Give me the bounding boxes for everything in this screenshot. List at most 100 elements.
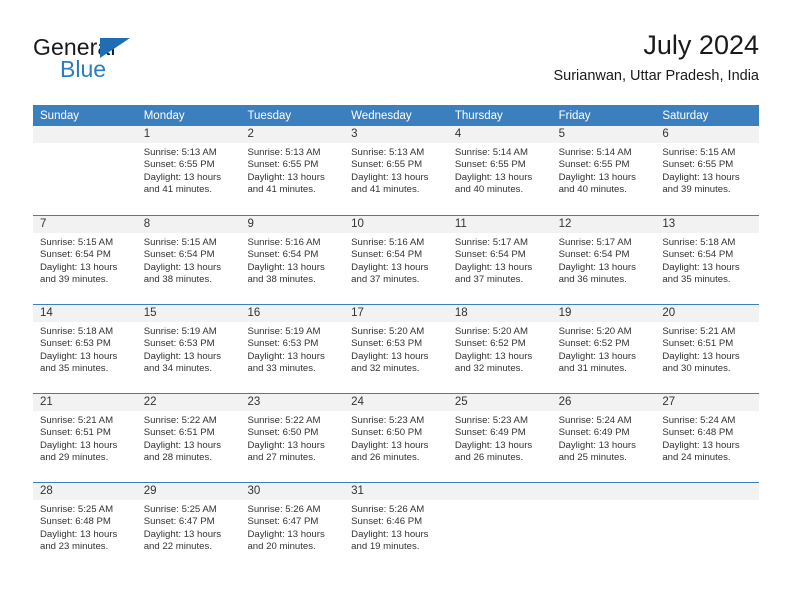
day-number: 5	[558, 128, 565, 140]
day-number: 6	[662, 128, 669, 140]
calendar-day-cell[interactable]: 31 Sunrise: 5:26 AM Sunset: 6:46 PM Dayligh…	[344, 483, 448, 571]
calendar-day-cell-empty	[551, 483, 656, 571]
sunset-text: Sunset: 6:48 PM	[662, 427, 734, 439]
calendar-day-cell[interactable]: 13 Sunrise: 5:18 AM Sunset: 6:54 PM Dayligh…	[655, 216, 760, 304]
day-number: 22	[143, 396, 157, 408]
sunset-text: Sunset: 6:54 PM	[40, 249, 111, 261]
daylight-text-line1: Daylight: 13 hours	[662, 439, 740, 451]
day-number: 9	[247, 218, 254, 230]
daylight-text-line2: and 30 minutes.	[662, 363, 731, 375]
sunrise-text: Sunrise: 5:13 AM	[247, 147, 321, 158]
calendar-day-cell[interactable]: 24 Sunrise: 5:23 AM Sunset: 6:50 PM Dayligh…	[344, 394, 448, 482]
day-details: Sunrise: 5:14 AM Sunset: 6:55 PM Daylight:…	[448, 143, 552, 197]
calendar-day-cell[interactable]: 8 Sunrise: 5:15 AM Sunset: 6:54 PM Daylight…	[136, 216, 241, 304]
sunrise-text: Sunrise: 5:21 AM	[662, 326, 736, 337]
day-number: 17	[351, 307, 364, 319]
daylight-text-line1: Daylight: 13 hours	[143, 528, 222, 540]
sunrise-text: Sunrise: 5:13 AM	[143, 147, 217, 158]
day-number: 10	[351, 218, 364, 230]
sunrise-text: Sunrise: 5:13 AM	[351, 147, 425, 158]
calendar-day-cell[interactable]: 25 Sunrise: 5:23 AM Sunset: 6:49 PM Dayligh…	[447, 394, 552, 482]
daylight-text-line1: Daylight: 13 hours	[143, 350, 222, 362]
day-details: Sunrise: 5:16 AM Sunset: 6:54 PM Daylight:…	[240, 233, 344, 287]
sunset-text: Sunset: 6:48 PM	[40, 516, 111, 528]
sunrise-text: Sunrise: 5:25 AM	[143, 504, 217, 515]
weekday-header-row: Sunday Monday Tuesday Wednesday Thursday Frid…	[33, 105, 759, 126]
sunrise-text: Sunrise: 5:20 AM	[558, 326, 632, 337]
sunrise-text: Sunrise: 5:17 AM	[454, 237, 528, 248]
calendar-day-cell[interactable]: 1 Sunrise: 5:13 AM Sunset: 6:55 PM Daylight…	[136, 126, 241, 215]
sunrise-text: Sunrise: 5:22 AM	[247, 415, 321, 426]
sunset-text: Sunset: 6:54 PM	[351, 249, 423, 261]
day-details: Sunrise: 5:18 AM Sunset: 6:54 PM Daylight:…	[655, 233, 759, 287]
sunset-text: Sunset: 6:53 PM	[40, 338, 111, 350]
calendar-day-cell[interactable]: 30 Sunrise: 5:26 AM Sunset: 6:47 PM Dayligh…	[240, 483, 345, 571]
calendar-day-cell-empty	[447, 483, 552, 571]
daylight-text-line1: Daylight: 13 hours	[454, 171, 533, 183]
sunrise-text: Sunrise: 5:14 AM	[454, 147, 528, 158]
calendar-day-cell-empty	[33, 126, 137, 215]
calendar-day-cell[interactable]: 14 Sunrise: 5:18 AM Sunset: 6:53 PM Dayligh…	[33, 305, 137, 393]
calendar-day-cell[interactable]: 21 Sunrise: 5:21 AM Sunset: 6:51 PM Dayligh…	[33, 394, 137, 482]
calendar-day-cell[interactable]: 16 Sunrise: 5:19 AM Sunset: 6:53 PM Dayligh…	[240, 305, 345, 393]
calendar-day-cell[interactable]: 23 Sunrise: 5:22 AM Sunset: 6:50 PM Dayligh…	[240, 394, 345, 482]
weekday-header-saturday: Saturday	[662, 110, 709, 122]
calendar-day-cell[interactable]: 3 Sunrise: 5:13 AM Sunset: 6:55 PM Daylight…	[344, 126, 448, 215]
day-number: 12	[558, 218, 572, 230]
day-number-band: 9	[240, 216, 345, 233]
calendar-day-cell[interactable]: 9 Sunrise: 5:16 AM Sunset: 6:54 PM Daylight…	[240, 216, 345, 304]
calendar-day-cell[interactable]: 26 Sunrise: 5:24 AM Sunset: 6:49 PM Dayligh…	[551, 394, 656, 482]
calendar-day-cell[interactable]: 12 Sunrise: 5:17 AM Sunset: 6:54 PM Dayligh…	[551, 216, 656, 304]
sunset-text: Sunset: 6:54 PM	[558, 249, 630, 261]
calendar-day-cell[interactable]: 19 Sunrise: 5:20 AM Sunset: 6:52 PM Dayligh…	[551, 305, 656, 393]
calendar-day-cell[interactable]: 18 Sunrise: 5:20 AM Sunset: 6:52 PM Dayligh…	[447, 305, 552, 393]
calendar-day-cell[interactable]: 28 Sunrise: 5:25 AM Sunset: 6:48 PM Dayligh…	[33, 483, 137, 571]
daylight-text-line1: Daylight: 13 hours	[558, 261, 636, 273]
day-details: Sunrise: 5:13 AM Sunset: 6:55 PM Daylight:…	[137, 143, 241, 197]
calendar-day-cell[interactable]: 2 Sunrise: 5:13 AM Sunset: 6:55 PM Daylight…	[240, 126, 345, 215]
day-details: Sunrise: 5:13 AM Sunset: 6:55 PM Daylight:…	[344, 143, 448, 197]
day-number: 30	[247, 485, 261, 497]
general-blue-logo[interactable]: General Blue	[33, 34, 213, 90]
day-details: Sunrise: 5:24 AM Sunset: 6:48 PM Daylight:…	[655, 411, 759, 465]
sunset-text: Sunset: 6:51 PM	[143, 427, 215, 439]
page-subtitle-location: Surianwan, Uttar Pradesh, India	[553, 68, 759, 84]
calendar-day-cell[interactable]: 17 Sunrise: 5:20 AM Sunset: 6:53 PM Dayligh…	[344, 305, 448, 393]
sunrise-text: Sunrise: 5:26 AM	[351, 504, 425, 515]
day-details: Sunrise: 5:17 AM Sunset: 6:54 PM Daylight:…	[552, 233, 656, 287]
calendar-day-cell[interactable]: 10 Sunrise: 5:16 AM Sunset: 6:54 PM Dayligh…	[344, 216, 448, 304]
calendar-day-cell[interactable]: 5 Sunrise: 5:14 AM Sunset: 6:55 PM Daylight…	[551, 126, 656, 215]
daylight-text-line1: Daylight: 13 hours	[454, 350, 533, 362]
sunset-text: Sunset: 6:47 PM	[143, 516, 215, 528]
day-number-band: 21	[33, 394, 137, 411]
sunset-text: Sunset: 6:50 PM	[247, 427, 319, 439]
day-number-band: 10	[344, 216, 448, 233]
calendar-day-cell[interactable]: 11 Sunrise: 5:17 AM Sunset: 6:54 PM Dayligh…	[447, 216, 552, 304]
calendar-day-cell[interactable]: 27 Sunrise: 5:24 AM Sunset: 6:48 PM Dayligh…	[655, 394, 760, 482]
daylight-text-line1: Daylight: 13 hours	[662, 350, 740, 362]
day-number-band: 24	[344, 394, 448, 411]
day-number: 24	[351, 396, 364, 408]
day-number: 15	[143, 307, 157, 319]
calendar-day-cell[interactable]: 22 Sunrise: 5:22 AM Sunset: 6:51 PM Dayligh…	[136, 394, 241, 482]
calendar-day-cell[interactable]: 29 Sunrise: 5:25 AM Sunset: 6:47 PM Dayligh…	[136, 483, 241, 571]
sunrise-text: Sunrise: 5:14 AM	[558, 147, 632, 158]
logo-text-blue: Blue	[60, 56, 107, 82]
calendar-day-cell[interactable]: 7 Sunrise: 5:15 AM Sunset: 6:54 PM Daylight…	[33, 216, 137, 304]
calendar-day-cell[interactable]: 20 Sunrise: 5:21 AM Sunset: 6:51 PM Dayligh…	[655, 305, 760, 393]
day-number: 21	[40, 396, 53, 408]
daylight-text-line2: and 37 minutes.	[351, 274, 420, 286]
calendar-day-cell[interactable]: 6 Sunrise: 5:15 AM Sunset: 6:55 PM Daylight…	[655, 126, 760, 215]
sunset-text: Sunset: 6:55 PM	[143, 159, 215, 171]
calendar-day-cell[interactable]: 4 Sunrise: 5:14 AM Sunset: 6:55 PM Daylight…	[447, 126, 552, 215]
sunrise-text: Sunrise: 5:20 AM	[454, 326, 528, 337]
calendar-day-cell[interactable]: 15 Sunrise: 5:19 AM Sunset: 6:53 PM Dayligh…	[136, 305, 241, 393]
daylight-text-line1: Daylight: 13 hours	[558, 350, 636, 362]
day-details: Sunrise: 5:17 AM Sunset: 6:54 PM Daylight:…	[448, 233, 552, 287]
day-number: 1	[143, 128, 151, 140]
logo-triangle-icon	[100, 38, 130, 58]
weekday-header-sunday: Sunday	[40, 110, 80, 122]
day-details: Sunrise: 5:23 AM Sunset: 6:50 PM Daylight:…	[344, 411, 448, 465]
day-details: Sunrise: 5:22 AM Sunset: 6:51 PM Daylight:…	[137, 411, 241, 465]
daylight-text-line2: and 34 minutes.	[143, 363, 212, 375]
